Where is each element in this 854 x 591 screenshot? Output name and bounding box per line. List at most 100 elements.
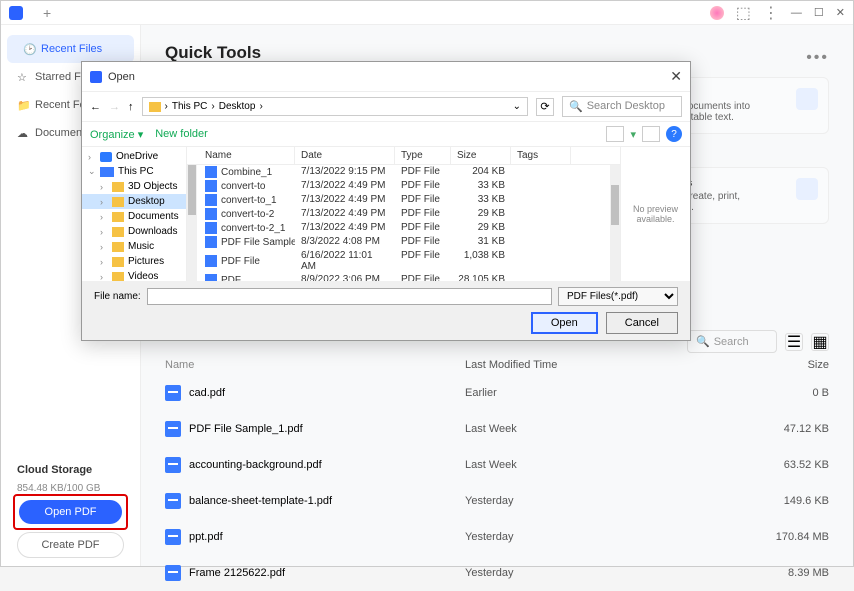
search-input[interactable]: 🔍 Search — [687, 330, 777, 353]
file-name: PDF File Sample — [221, 237, 295, 248]
col-tags[interactable]: Tags — [511, 147, 571, 164]
crumb-item[interactable]: This PC — [172, 101, 208, 112]
table-row[interactable]: ppt.pdfYesterday170.84 MB — [165, 519, 829, 555]
file-row[interactable]: PDF8/9/2022 3:06 PMPDF File28,105 KB — [199, 273, 620, 281]
chevron-icon[interactable]: › — [88, 152, 96, 162]
tree-item[interactable]: ›Documents — [82, 209, 186, 224]
file-row[interactable]: convert-to-27/13/2022 4:49 PMPDF File29 … — [199, 207, 620, 221]
tree-item[interactable]: › OneDrive — [82, 149, 186, 164]
breadcrumb[interactable]: › This PC › Desktop › ⌄ — [142, 97, 529, 116]
file-row[interactable]: PDF File6/16/2022 11:01 AMPDF File1,038 … — [199, 249, 620, 273]
col-size[interactable]: Size — [665, 359, 829, 371]
file-name: convert-to-2 — [221, 209, 274, 220]
col-name[interactable]: Name — [165, 359, 465, 371]
new-tab-button[interactable]: + — [43, 5, 51, 21]
search-placeholder: Search Desktop — [587, 100, 665, 113]
more-menu[interactable]: ••• — [806, 49, 829, 67]
file-type: PDF File — [395, 235, 451, 249]
tree-item[interactable]: ›3D Objects — [82, 179, 186, 194]
dialog-footer: File name: PDF Files(*.pdf) Open Cancel — [82, 281, 690, 340]
file-row[interactable]: convert-to-2_17/13/2022 4:49 PMPDF File2… — [199, 221, 620, 235]
col-size[interactable]: Size — [451, 147, 511, 164]
chevron-icon[interactable]: ⌄ — [88, 166, 96, 177]
chevron-icon[interactable]: › — [100, 197, 108, 207]
chevron-icon[interactable]: › — [100, 227, 108, 237]
file-row[interactable]: Combine_17/13/2022 9:15 PMPDF File204 KB — [199, 165, 620, 179]
file-size: 28,105 KB — [451, 273, 511, 281]
file-name: convert-to — [221, 181, 265, 192]
back-button[interactable]: ← — [90, 101, 101, 113]
col-date[interactable]: Date — [295, 147, 395, 164]
table-row[interactable]: balance-sheet-template-1.pdfYesterday149… — [165, 483, 829, 519]
tree-item[interactable]: ›Downloads — [82, 224, 186, 239]
folder-icon — [112, 272, 124, 282]
dialog-close-button[interactable]: ✕ — [670, 68, 682, 85]
chevron-icon[interactable]: › — [100, 182, 108, 192]
table-row[interactable]: PDF File Sample_1.pdfLast Week47.12 KB — [165, 411, 829, 447]
col-modified[interactable]: Last Modified Time — [465, 359, 665, 371]
file-size: 33 KB — [451, 193, 511, 207]
file-date: 7/13/2022 4:49 PM — [295, 179, 395, 193]
tree-item[interactable]: ›Music — [82, 239, 186, 254]
folder-tree: › OneDrive ⌄This PC›3D Objects›Desktop›Doc… — [82, 147, 187, 281]
col-type[interactable]: Type — [395, 147, 451, 164]
chevron-down-icon[interactable]: ⌄ — [513, 101, 521, 112]
folder-icon — [112, 212, 124, 222]
help-icon[interactable]: ? — [666, 126, 682, 142]
close-button[interactable]: ✕ — [836, 6, 845, 19]
organize-menu[interactable]: Organize ▾ — [90, 128, 143, 141]
table-row[interactable]: accounting-background.pdfLast Week63.52 … — [165, 447, 829, 483]
dialog-search-input[interactable]: 🔍 Search Desktop — [562, 96, 682, 117]
open-button[interactable]: Open — [531, 312, 598, 334]
more-icon[interactable]: ⋮ — [763, 3, 779, 23]
pdf-icon — [165, 457, 181, 473]
share-icon[interactable]: ⬚ — [736, 3, 751, 23]
sidebar-item-recent-files[interactable]: 🕑 Recent Files — [7, 35, 134, 63]
create-pdf-button[interactable]: Create PDF — [17, 532, 124, 558]
grid-view-icon[interactable]: ▦ — [811, 333, 829, 351]
chevron-down-icon[interactable]: ▾ — [630, 128, 636, 141]
cloud-storage-title: Cloud Storage — [17, 464, 92, 476]
file-type: PDF File — [395, 193, 451, 207]
table-row[interactable]: Frame 2125622.pdfYesterday8.39 MB — [165, 555, 829, 591]
view-button[interactable] — [606, 126, 624, 142]
col-name[interactable]: Name — [199, 147, 295, 164]
forward-button[interactable]: → — [109, 101, 120, 113]
preview-toggle[interactable] — [642, 126, 660, 142]
scrollbar-left[interactable] — [187, 165, 197, 281]
open-pdf-button[interactable]: Open PDF — [19, 500, 122, 524]
account-icon[interactable] — [710, 6, 724, 20]
crumb-item[interactable]: Desktop — [219, 101, 256, 112]
tree-label: OneDrive — [116, 151, 158, 162]
new-folder-button[interactable]: New folder — [155, 128, 208, 140]
filename-input[interactable] — [147, 288, 552, 305]
tree-item[interactable]: ›Desktop — [82, 194, 186, 209]
chevron-icon[interactable]: › — [100, 257, 108, 267]
star-icon: ☆ — [17, 71, 29, 83]
filetype-select[interactable]: PDF Files(*.pdf) — [558, 287, 678, 306]
file-row[interactable]: convert-to7/13/2022 4:49 PMPDF File33 KB — [199, 179, 620, 193]
dialog-icon — [90, 71, 102, 83]
tree-item[interactable]: ⌄This PC — [82, 164, 186, 179]
list-view-icon[interactable]: ☰ — [785, 333, 803, 351]
pdf-icon — [205, 274, 217, 281]
chevron-icon[interactable]: › — [100, 242, 108, 252]
scrollbar-right[interactable] — [610, 165, 620, 281]
maximize-button[interactable]: ☐ — [814, 6, 824, 19]
chevron-icon[interactable]: › — [100, 272, 108, 282]
tree-item[interactable]: ›Videos — [82, 269, 186, 281]
chevron-icon[interactable]: › — [100, 212, 108, 222]
refresh-button[interactable]: ⟳ — [536, 98, 554, 116]
file-name: convert-to-2_1 — [221, 223, 285, 234]
table-row[interactable]: cad.pdfEarlier0 B — [165, 375, 829, 411]
tree-item[interactable]: ›Pictures — [82, 254, 186, 269]
cancel-button[interactable]: Cancel — [606, 312, 678, 334]
minimize-button[interactable]: — — [791, 7, 802, 19]
ocr-icon — [796, 88, 818, 110]
file-row[interactable]: PDF File Sample8/3/2022 4:08 PMPDF File3… — [199, 235, 620, 249]
file-row[interactable]: convert-to_17/13/2022 4:49 PMPDF File33 … — [199, 193, 620, 207]
file-size: 31 KB — [451, 235, 511, 249]
up-button[interactable]: ↑ — [128, 101, 134, 113]
file-type: PDF File — [395, 165, 451, 179]
file-name: balance-sheet-template-1.pdf — [189, 495, 332, 507]
